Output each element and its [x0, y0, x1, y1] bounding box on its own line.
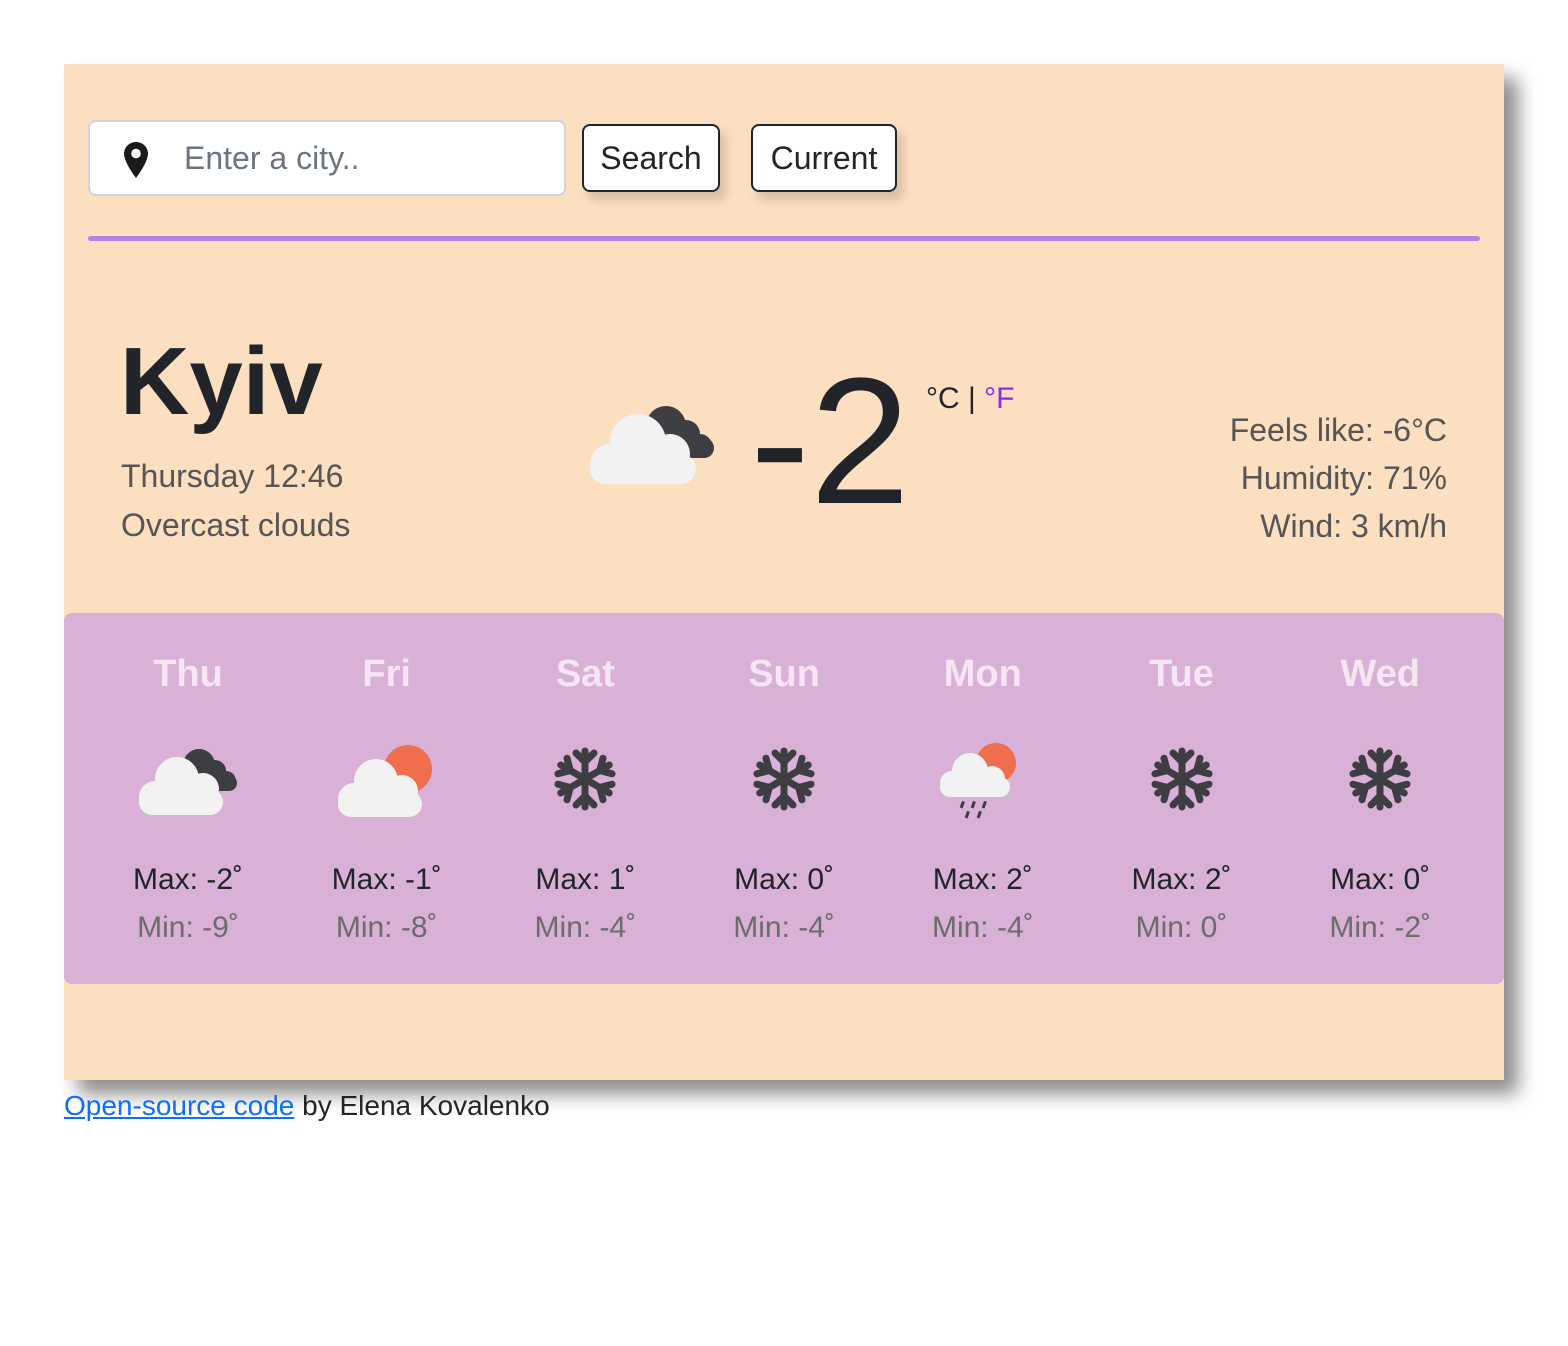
current-datetime: Thursday 12:46: [121, 458, 344, 494]
forecast-max-temp: Max: -1˚: [331, 863, 442, 896]
wind-speed: Wind: 3 km/h: [1260, 508, 1447, 544]
forecast-day: Sat Max: 1˚ Min: -4˚: [485, 613, 685, 984]
forecast-min-temp: Min: -4˚: [534, 911, 637, 944]
search-button[interactable]: Search: [582, 124, 720, 192]
snow-icon: [1325, 737, 1435, 821]
weather-card: Search Current Kyiv Thursday 12:46 Overc…: [64, 64, 1504, 1080]
forecast-max-temp: Max: 2˚: [1131, 863, 1232, 896]
forecast-day-name: Thu: [153, 653, 223, 695]
current-location-button[interactable]: Current: [751, 124, 897, 192]
forecast-min-temp: Min: 0˚: [1135, 911, 1228, 944]
city-name: Kyiv: [120, 328, 323, 435]
snow-icon: [530, 737, 640, 821]
fahrenheit-link[interactable]: °F: [984, 382, 1014, 415]
open-source-link[interactable]: Open-source code: [64, 1090, 294, 1121]
overcast-clouds-icon: [590, 406, 714, 484]
forecast-min-temp: Min: -4˚: [733, 911, 835, 944]
forecast-day-name: Tue: [1149, 653, 1214, 695]
feels-like: Feels like: -6°C: [1229, 412, 1447, 448]
forecast-max-temp: Max: 2˚: [932, 863, 1033, 896]
celsius-link[interactable]: °C: [926, 382, 960, 415]
weather-description: Overcast clouds: [121, 507, 351, 543]
temperature-units: °C | °F: [926, 382, 1014, 416]
forecast-panel: Thu Max: -2˚ Min: -9˚ Fri Max: -1˚ Min: -8˚ Sa…: [64, 613, 1504, 984]
forecast-day-name: Sat: [555, 653, 615, 695]
forecast-max-temp: Max: 0˚: [734, 863, 835, 896]
forecast-day: Fri Max: -1˚ Min: -8˚: [287, 613, 487, 984]
forecast-min-temp: Min: -8˚: [335, 911, 438, 944]
forecast-day-name: Wed: [1340, 653, 1420, 695]
forecast-min-temp: Min: -2˚: [1329, 911, 1432, 944]
rain-sun-icon: [928, 737, 1038, 821]
snow-icon: [1127, 737, 1237, 821]
forecast-day-name: Mon: [943, 653, 1022, 695]
forecast-day: Sun Max: 0˚ Min: -4˚: [684, 613, 884, 984]
search-box[interactable]: [88, 120, 566, 196]
author-credit: by Elena Kovalenko: [294, 1090, 550, 1121]
forecast-day: Wed Max: 0˚ Min: -2˚: [1280, 613, 1480, 984]
forecast-day-name: Sun: [748, 653, 820, 695]
partly-cloudy-icon: [332, 737, 442, 821]
unit-separator: |: [959, 382, 985, 415]
footer: Open-source code by Elena Kovalenko: [64, 1090, 550, 1122]
forecast-day: Thu Max: -2˚ Min: -9˚: [88, 613, 288, 984]
forecast-min-temp: Min: -4˚: [931, 911, 1034, 944]
snow-icon: [729, 737, 839, 821]
forecast-day-name: Fri: [362, 653, 411, 695]
forecast-max-temp: Max: -2˚: [132, 863, 243, 896]
forecast-min-temp: Min: -9˚: [137, 911, 239, 944]
weather-details: Feels like: -6°C Humidity: 71% Wind: 3 k…: [1230, 410, 1447, 554]
forecast-max-temp: Max: 0˚: [1330, 863, 1431, 896]
location-pin-icon: [124, 142, 148, 178]
overcast-clouds-icon: [133, 737, 243, 821]
divider: [88, 236, 1480, 241]
forecast-max-temp: Max: 1˚: [535, 863, 636, 896]
humidity: Humidity: 71%: [1240, 460, 1447, 496]
city-search-input[interactable]: [184, 132, 544, 184]
forecast-day: Tue Max: 2˚ Min: 0˚: [1082, 613, 1282, 984]
current-temperature: -2: [750, 341, 911, 542]
forecast-day: Mon Max: 2˚ Min: -4˚: [883, 613, 1083, 984]
